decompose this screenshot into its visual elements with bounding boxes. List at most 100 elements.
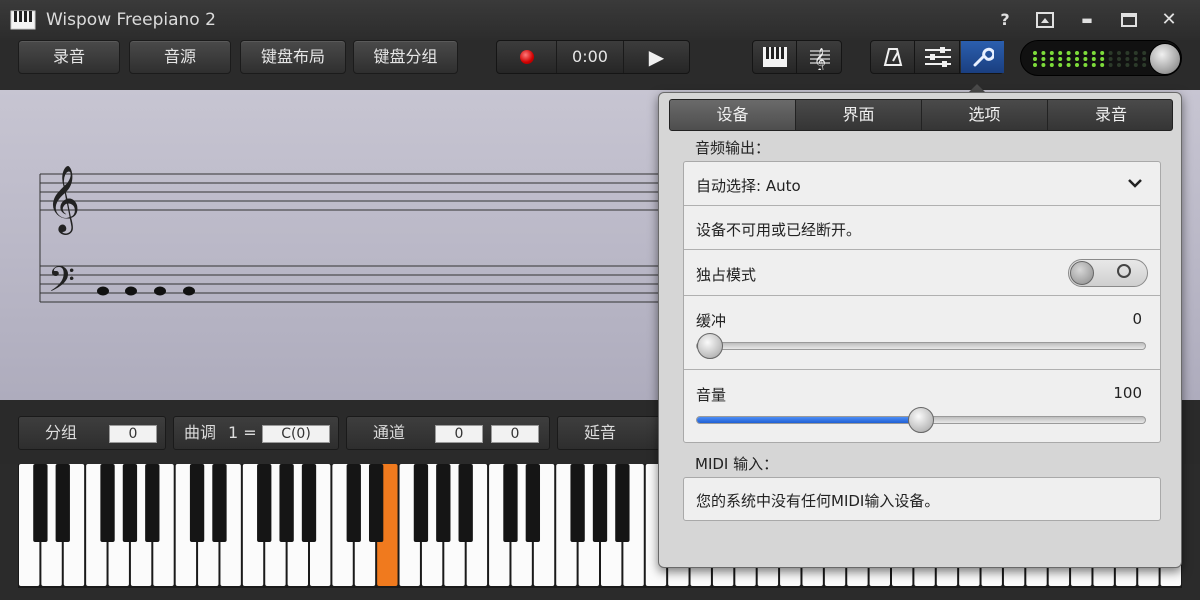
black-key[interactable] <box>413 464 429 542</box>
channel-box: 通道 0 0 <box>346 416 550 450</box>
black-key[interactable] <box>257 464 272 542</box>
black-key[interactable] <box>368 464 384 542</box>
buffer-value: 0 <box>1132 310 1142 328</box>
metronome-button[interactable] <box>871 41 915 73</box>
channel-label: 通道 <box>373 423 406 442</box>
help-button[interactable]: ? <box>990 6 1020 34</box>
black-key[interactable] <box>122 464 138 542</box>
buffer-slider[interactable] <box>696 333 1146 359</box>
sustain-label: 延音 <box>584 423 617 442</box>
exclusive-mode-toggle[interactable] <box>1068 259 1148 287</box>
key-field[interactable]: C(0) <box>262 425 330 443</box>
led <box>1075 63 1079 67</box>
black-key[interactable] <box>100 464 115 542</box>
record-icon <box>520 50 534 64</box>
led <box>1142 63 1147 67</box>
black-key[interactable] <box>458 464 473 542</box>
tab-options[interactable]: 选项 <box>922 100 1048 130</box>
treble-clef-icon: 𝄞 <box>46 164 80 235</box>
black-key[interactable] <box>301 464 317 542</box>
led <box>1117 57 1121 61</box>
volume-slider-thumb[interactable] <box>908 407 934 433</box>
led <box>1125 63 1130 67</box>
audio-output-label: 音频输出： <box>695 139 771 157</box>
led <box>1083 63 1088 67</box>
led <box>1108 51 1113 55</box>
black-key[interactable] <box>189 464 205 542</box>
midi-input-card: 您的系统中没有任何MIDI输入设备。 <box>683 477 1161 521</box>
sheet-music-view-icon: 𝄞 <box>810 47 830 72</box>
play-button[interactable]: ▶ <box>623 41 689 73</box>
group-label: 分组 <box>45 423 78 442</box>
bottom-edge <box>0 588 1200 600</box>
settings-button[interactable] <box>961 41 1004 73</box>
black-key[interactable] <box>145 464 160 542</box>
volume-slider-fill <box>697 417 921 423</box>
led <box>1091 63 1096 67</box>
black-key[interactable] <box>592 464 608 542</box>
black-key[interactable] <box>570 464 585 542</box>
tab-recording[interactable]: 录音 <box>1048 100 1172 130</box>
exclusive-mode-label: 独占模式 <box>696 266 757 284</box>
led <box>1049 63 1054 67</box>
piano-view-icon <box>762 47 787 67</box>
time-display: 0:00 <box>572 47 608 66</box>
led <box>1142 57 1147 61</box>
tab-device[interactable]: 设备 <box>670 100 796 130</box>
channel-field-1[interactable]: 0 <box>435 425 483 443</box>
note <box>183 286 195 296</box>
tools-group <box>870 40 1004 74</box>
led <box>1075 57 1079 61</box>
mini-mode-button[interactable] <box>1030 6 1060 34</box>
maximize-button[interactable] <box>1114 6 1144 34</box>
buffer-slider-thumb[interactable] <box>697 333 723 359</box>
volume-slider[interactable] <box>696 407 1146 433</box>
led <box>1083 51 1088 55</box>
record-mode-button[interactable]: 录音 <box>18 40 120 74</box>
mixer-button[interactable] <box>916 41 960 73</box>
led <box>1100 57 1105 61</box>
black-key[interactable] <box>33 464 48 542</box>
record-button[interactable] <box>497 41 557 73</box>
sheet-music-view-button[interactable]: 𝄞 <box>798 41 842 73</box>
master-volume-control[interactable] <box>1020 40 1182 76</box>
group-field[interactable]: 0 <box>109 425 157 443</box>
black-key[interactable] <box>503 464 518 542</box>
led <box>1133 63 1138 67</box>
black-key[interactable] <box>615 464 630 542</box>
led <box>1033 57 1037 61</box>
sound-source-button[interactable]: 音源 <box>129 40 231 74</box>
black-key[interactable] <box>279 464 294 542</box>
key-box: 曲调 1 = C(0) <box>173 416 339 450</box>
tab-interface[interactable]: 界面 <box>796 100 922 130</box>
audio-output-card: 自动选择: Auto 设备不可用或已经断开。 独占模式 缓冲 0 音量 100 <box>683 161 1161 443</box>
key-label: 曲调 <box>184 423 217 442</box>
volume-knob[interactable] <box>1149 43 1181 75</box>
volume-label: 音量 <box>696 386 727 404</box>
mini-mode-icon <box>1036 12 1054 28</box>
channel-field-2[interactable]: 0 <box>491 425 539 443</box>
output-device-value: 自动选择: Auto <box>696 177 801 195</box>
output-device-select[interactable]: 自动选择: Auto <box>684 162 1160 206</box>
black-key[interactable] <box>212 464 227 542</box>
led <box>1133 57 1138 61</box>
black-key[interactable] <box>525 464 541 542</box>
black-key[interactable] <box>436 464 451 542</box>
note <box>125 286 137 296</box>
exclusive-mode-row: 独占模式 <box>684 250 1160 296</box>
led <box>1100 63 1105 67</box>
minimize-button[interactable]: ▬ <box>1072 6 1102 34</box>
note <box>97 286 109 296</box>
keyboard-layout-button[interactable]: 键盘布局 <box>240 40 346 74</box>
close-button[interactable]: ✕ <box>1154 6 1184 34</box>
key-eq: 1 = <box>228 423 257 442</box>
led <box>1125 57 1130 61</box>
black-key[interactable] <box>346 464 361 542</box>
led <box>1041 51 1046 55</box>
led <box>1049 51 1054 55</box>
toggle-thumb <box>1070 261 1094 285</box>
keyboard-group-button[interactable]: 键盘分组 <box>353 40 458 74</box>
black-key[interactable] <box>55 464 70 542</box>
piano-view-button[interactable] <box>753 41 797 73</box>
chevron-down-icon <box>1128 179 1142 188</box>
